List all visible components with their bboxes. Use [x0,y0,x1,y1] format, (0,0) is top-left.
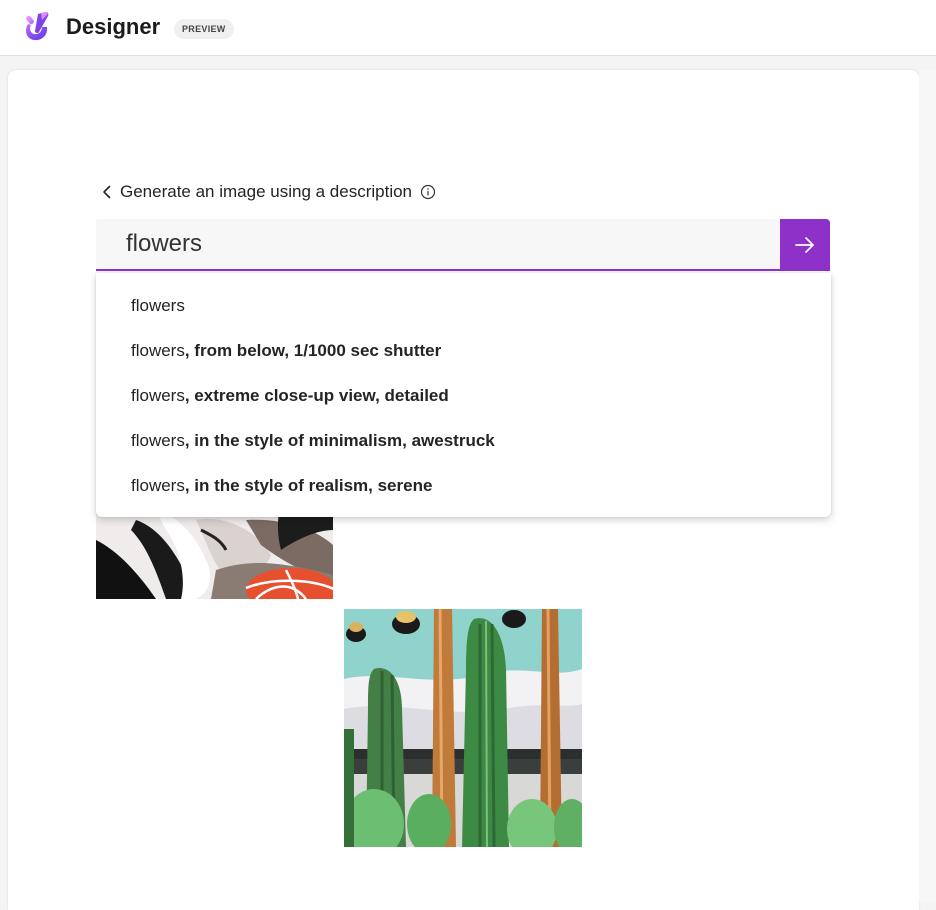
suggestion-item[interactable]: flowers, in the style of minimalism, awe… [96,418,831,463]
example-image [344,609,582,847]
prompt-field [96,219,780,271]
generate-button[interactable] [780,219,830,271]
chevron-left-icon [103,185,111,199]
suggestion-extra: , from below, 1/1000 sec shutter [184,341,442,360]
suggestion-item[interactable]: flowers [96,283,831,328]
suggestion-dropdown: flowers flowers, from below, 1/1000 sec … [96,273,831,517]
suggestion-base: flowers [131,296,185,315]
arrow-right-icon [795,237,814,253]
right-strip [919,70,936,902]
suggestion-base: flowers [131,341,185,360]
suggestion-item[interactable]: flowers, in the style of realism, serene [96,463,831,508]
suggestion-extra: , in the style of minimalism, awestruck [184,431,495,450]
example-image-thumbnail[interactable] [344,609,582,847]
top-bar: Designer PREVIEW [0,0,936,56]
suggestion-item[interactable]: flowers, from below, 1/1000 sec shutter [96,328,831,373]
prompt-input[interactable] [126,227,766,261]
back-button[interactable]: Generate an image using a description [100,180,436,204]
info-icon[interactable] [420,184,436,200]
app-title: Designer [66,14,161,39]
suggestion-base: flowers [131,476,185,495]
suggestion-base: flowers [131,431,185,450]
suggestion-item[interactable]: flowers, extreme close-up view, detailed [96,373,831,418]
back-label: Generate an image using a description [120,182,413,201]
designer-logo-icon[interactable] [20,10,54,44]
suggestion-extra: , in the style of realism, serene [184,476,433,495]
suggestion-base: flowers [131,386,185,405]
preview-badge: PREVIEW [174,19,234,39]
suggestion-extra: , extreme close-up view, detailed [184,386,449,405]
